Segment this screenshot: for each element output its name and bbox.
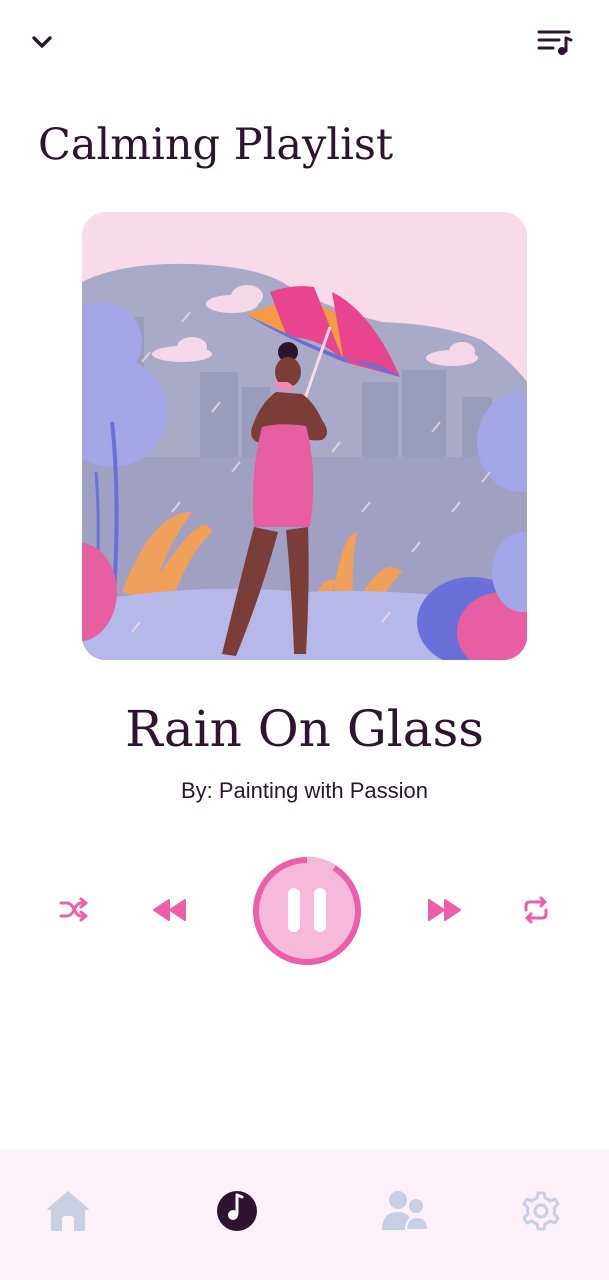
nav-player[interactable]: [212, 1186, 262, 1236]
chevron-down-icon: [32, 36, 52, 48]
shuffle-button[interactable]: [56, 892, 92, 928]
top-bar: [0, 0, 609, 90]
rewind-button[interactable]: [148, 892, 190, 928]
gear-icon: [522, 1191, 560, 1231]
repeat-icon: [524, 896, 548, 924]
fast-forward-icon: [428, 899, 461, 921]
pause-icon: [253, 856, 361, 965]
nav-friends[interactable]: [380, 1186, 430, 1236]
repeat-button[interactable]: [518, 892, 554, 928]
shuffle-icon: [59, 897, 88, 922]
playback-controls: [0, 852, 609, 972]
nav-home[interactable]: [43, 1186, 93, 1236]
music-player-icon: [217, 1191, 257, 1231]
album-art: [82, 212, 527, 660]
woman-with-umbrella-in-rain-illustration: [82, 212, 527, 660]
track-title: Rain On Glass: [125, 700, 484, 758]
fast-forward-button[interactable]: [424, 892, 466, 928]
track-artist: By: Painting with Passion: [180, 778, 429, 803]
queue-button[interactable]: [534, 24, 576, 60]
playlist-music-icon: [537, 30, 573, 55]
playlist-title: Calming Playlist: [38, 120, 394, 170]
pause-button[interactable]: [250, 854, 364, 968]
collapse-button[interactable]: [26, 26, 58, 58]
friends-icon: [382, 1191, 430, 1231]
nav-settings[interactable]: [516, 1186, 566, 1236]
home-icon: [47, 1191, 89, 1231]
rewind-icon: [153, 899, 186, 921]
bottom-nav: [0, 1150, 609, 1280]
